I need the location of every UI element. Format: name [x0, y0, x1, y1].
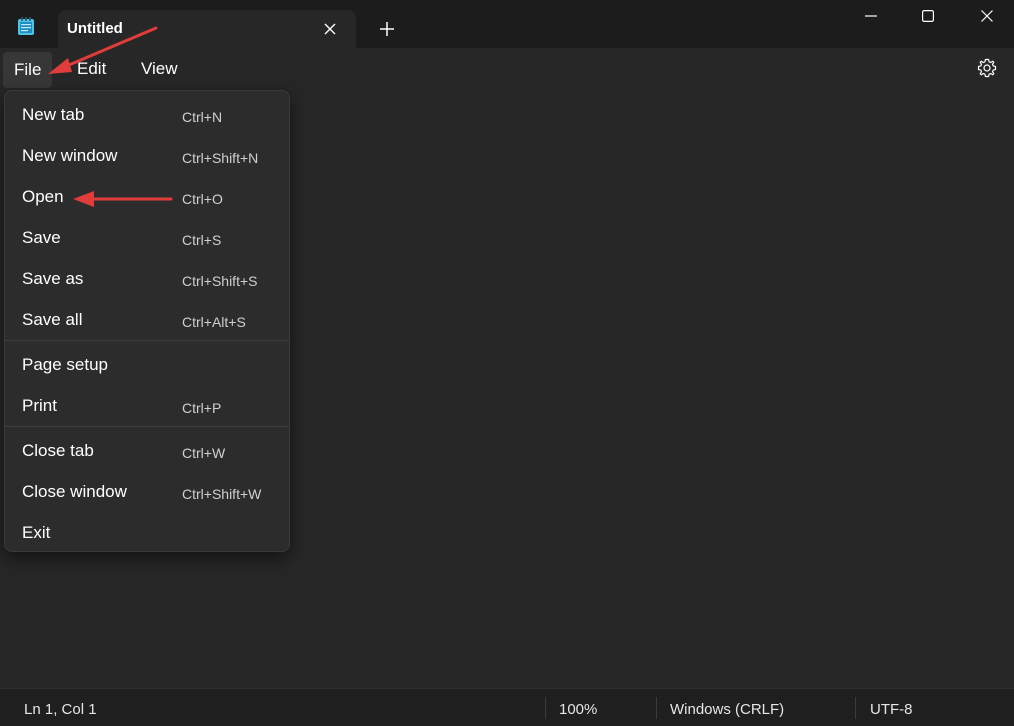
close-icon: [981, 10, 993, 22]
menu-item-save-as[interactable]: Save as Ctrl+Shift+S: [5, 258, 289, 299]
plus-icon[interactable]: [378, 20, 396, 38]
menu-item-new-tab[interactable]: New tab Ctrl+N: [5, 94, 289, 135]
menu-item-label: Page setup: [22, 355, 109, 374]
minimize-icon: [865, 15, 877, 17]
menu-item-close-tab[interactable]: Close tab Ctrl+W: [5, 430, 289, 471]
title-bar: Untitled: [0, 0, 1014, 48]
status-bar: Ln 1, Col 1 100% Windows (CRLF) UTF-8: [0, 688, 1014, 726]
menu-item-label: New window: [22, 146, 118, 165]
tab-title: Untitled: [67, 20, 123, 37]
menu-item-shortcut: Ctrl+Shift+N: [182, 150, 259, 166]
menu-item-new-window[interactable]: New window Ctrl+Shift+N: [5, 135, 289, 176]
menu-item-shortcut: Ctrl+N: [182, 109, 223, 125]
tab-untitled[interactable]: Untitled: [58, 10, 356, 48]
menu-item-open[interactable]: Open Ctrl+O: [5, 176, 289, 217]
gear-icon[interactable]: [977, 58, 997, 78]
menu-item-label: Save as: [22, 269, 84, 288]
status-divider: [855, 697, 856, 719]
notepad-window: Untitled File Edit View New tab Ctrl+N N…: [0, 0, 1014, 726]
status-divider: [656, 697, 657, 719]
menu-item-label: Exit: [22, 523, 51, 542]
menu-item-label: Print: [22, 396, 57, 415]
menu-item-shortcut: Ctrl+Alt+S: [182, 314, 246, 330]
menu-item-print[interactable]: Print Ctrl+P: [5, 385, 289, 426]
encoding[interactable]: UTF-8: [870, 701, 913, 718]
menu-item-shortcut: Ctrl+W: [182, 445, 226, 461]
menu-item-label: New tab: [22, 105, 85, 124]
menu-item-exit[interactable]: Exit: [5, 512, 289, 553]
status-divider: [545, 697, 546, 719]
menu-item-shortcut: Ctrl+Shift+S: [182, 273, 258, 289]
maximize-button[interactable]: [905, 4, 951, 28]
menu-item-shortcut: Ctrl+O: [182, 191, 223, 207]
menu-item-shortcut: Ctrl+P: [182, 400, 222, 416]
cursor-position: Ln 1, Col 1: [24, 701, 97, 718]
menu-bar: File Edit View: [0, 48, 1014, 90]
menu-view[interactable]: View: [141, 48, 178, 90]
notepad-icon: [18, 17, 34, 35]
menu-item-label: Close window: [22, 482, 127, 501]
zoom-level[interactable]: 100%: [559, 701, 597, 718]
menu-separator: [5, 340, 289, 341]
menu-edit[interactable]: Edit: [77, 48, 106, 90]
menu-item-save[interactable]: Save Ctrl+S: [5, 217, 289, 258]
menu-item-label: Close tab: [22, 441, 94, 460]
menu-item-shortcut: Ctrl+Shift+W: [182, 486, 262, 502]
menu-item-label: Save: [22, 228, 61, 247]
menu-item-label: Open: [22, 187, 64, 206]
maximize-icon: [922, 10, 934, 22]
menu-item-close-window[interactable]: Close window Ctrl+Shift+W: [5, 471, 289, 512]
close-icon[interactable]: [322, 21, 338, 37]
close-window-button[interactable]: [964, 4, 1010, 28]
file-menu-dropdown: New tab Ctrl+N New window Ctrl+Shift+N O…: [4, 90, 290, 552]
minimize-button[interactable]: [848, 4, 894, 28]
menu-file[interactable]: File: [3, 52, 52, 88]
menu-separator: [5, 426, 289, 427]
menu-item-label: Save all: [22, 310, 83, 329]
menu-item-page-setup[interactable]: Page setup: [5, 344, 289, 385]
line-ending[interactable]: Windows (CRLF): [670, 701, 784, 718]
menu-item-shortcut: Ctrl+S: [182, 232, 222, 248]
menu-item-save-all[interactable]: Save all Ctrl+Alt+S: [5, 299, 289, 340]
